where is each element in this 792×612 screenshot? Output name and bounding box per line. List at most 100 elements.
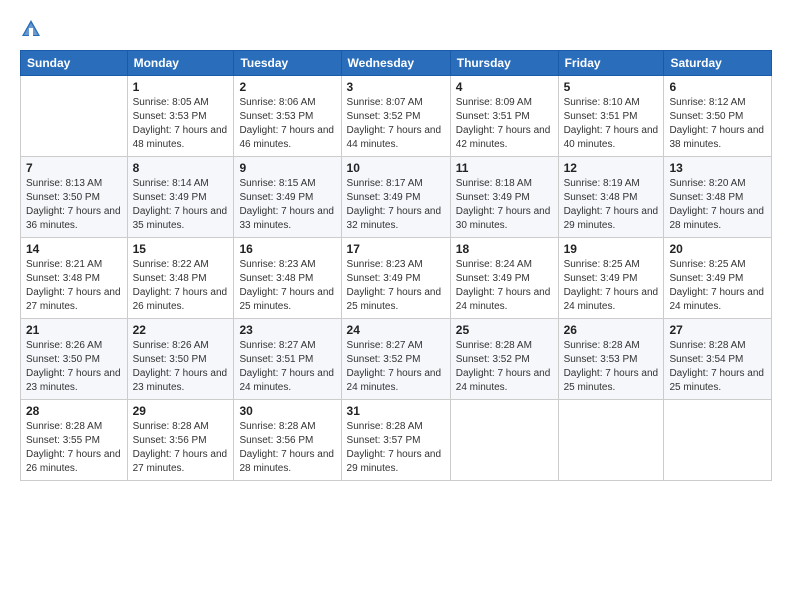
day-info: Sunrise: 8:28 AMSunset: 3:55 PMDaylight:… bbox=[26, 420, 122, 476]
day-number: 31 bbox=[347, 404, 445, 418]
day-cell: 5 Sunrise: 8:10 AMSunset: 3:51 PMDaylight… bbox=[558, 76, 664, 157]
day-info: Sunrise: 8:27 AMSunset: 3:52 PMDaylight:… bbox=[347, 339, 445, 395]
day-cell: 23 Sunrise: 8:27 AMSunset: 3:51 PMDayligh… bbox=[234, 319, 341, 400]
day-info: Sunrise: 8:23 AMSunset: 3:48 PMDaylight:… bbox=[239, 258, 335, 314]
day-number: 3 bbox=[347, 80, 445, 94]
day-number: 25 bbox=[456, 323, 553, 337]
day-cell: 12Sunrise: 8:19 AMSunset: 3:48 PMDayligh… bbox=[558, 157, 664, 238]
day-number: 16 bbox=[239, 242, 335, 256]
day-info: Sunrise: 8:28 AMSunset: 3:52 PMDaylight:… bbox=[456, 339, 553, 395]
calendar-table: SundayMondayTuesdayWednesdayThursdayFrid… bbox=[20, 50, 772, 481]
day-cell: 14 Sunrise: 8:21 AMSunset: 3:48 PMDayligh… bbox=[21, 238, 128, 319]
day-info: Sunrise: 8:21 AMSunset: 3:48 PMDaylight:… bbox=[26, 258, 122, 314]
week-row-4: 28 Sunrise: 8:28 AMSunset: 3:55 PMDayligh… bbox=[21, 400, 772, 481]
day-number: 8 bbox=[133, 161, 229, 175]
weekday-wednesday: Wednesday bbox=[341, 51, 450, 76]
day-info: Sunrise: 8:28 AMSunset: 3:54 PMDaylight:… bbox=[669, 339, 766, 395]
day-cell: 6Sunrise: 8:12 AMSunset: 3:50 PMDaylight… bbox=[664, 76, 772, 157]
day-info: Sunrise: 8:28 AMSunset: 3:57 PMDaylight:… bbox=[347, 420, 445, 476]
day-number: 28 bbox=[26, 404, 122, 418]
day-cell: 21Sunrise: 8:26 AMSunset: 3:50 PMDayligh… bbox=[21, 319, 128, 400]
day-info: Sunrise: 8:28 AMSunset: 3:56 PMDaylight:… bbox=[133, 420, 229, 476]
day-number: 9 bbox=[239, 161, 335, 175]
day-number: 22 bbox=[133, 323, 229, 337]
day-info: Sunrise: 8:14 AMSunset: 3:49 PMDaylight:… bbox=[133, 177, 229, 233]
week-row-0: 1 Sunrise: 8:05 AMSunset: 3:53 PMDaylight… bbox=[21, 76, 772, 157]
weekday-sunday: Sunday bbox=[21, 51, 128, 76]
day-number: 6 bbox=[669, 80, 766, 94]
day-number: 4 bbox=[456, 80, 553, 94]
day-cell bbox=[558, 400, 664, 481]
day-number: 12 bbox=[564, 161, 659, 175]
day-number: 26 bbox=[564, 323, 659, 337]
day-cell: 28 Sunrise: 8:28 AMSunset: 3:55 PMDayligh… bbox=[21, 400, 128, 481]
day-number: 18 bbox=[456, 242, 553, 256]
day-cell: 16 Sunrise: 8:23 AMSunset: 3:48 PMDayligh… bbox=[234, 238, 341, 319]
week-row-3: 21Sunrise: 8:26 AMSunset: 3:50 PMDayligh… bbox=[21, 319, 772, 400]
day-cell: 30Sunrise: 8:28 AMSunset: 3:56 PMDayligh… bbox=[234, 400, 341, 481]
day-cell: 10 Sunrise: 8:17 AMSunset: 3:49 PMDayligh… bbox=[341, 157, 450, 238]
day-number: 20 bbox=[669, 242, 766, 256]
day-number: 24 bbox=[347, 323, 445, 337]
day-cell: 25 Sunrise: 8:28 AMSunset: 3:52 PMDayligh… bbox=[450, 319, 558, 400]
day-cell: 20 Sunrise: 8:25 AMSunset: 3:49 PMDayligh… bbox=[664, 238, 772, 319]
day-info: Sunrise: 8:07 AMSunset: 3:52 PMDaylight:… bbox=[347, 96, 445, 152]
day-cell: 7 Sunrise: 8:13 AMSunset: 3:50 PMDaylight… bbox=[21, 157, 128, 238]
logo-icon bbox=[20, 18, 42, 40]
day-info: Sunrise: 8:06 AMSunset: 3:53 PMDaylight:… bbox=[239, 96, 335, 152]
day-cell bbox=[664, 400, 772, 481]
day-number: 2 bbox=[239, 80, 335, 94]
weekday-saturday: Saturday bbox=[664, 51, 772, 76]
day-info: Sunrise: 8:25 AMSunset: 3:49 PMDaylight:… bbox=[669, 258, 766, 314]
day-info: Sunrise: 8:22 AMSunset: 3:48 PMDaylight:… bbox=[133, 258, 229, 314]
day-cell: 27 Sunrise: 8:28 AMSunset: 3:54 PMDayligh… bbox=[664, 319, 772, 400]
weekday-monday: Monday bbox=[127, 51, 234, 76]
day-number: 23 bbox=[239, 323, 335, 337]
day-number: 14 bbox=[26, 242, 122, 256]
day-info: Sunrise: 8:17 AMSunset: 3:49 PMDaylight:… bbox=[347, 177, 445, 233]
page: SundayMondayTuesdayWednesdayThursdayFrid… bbox=[0, 0, 792, 612]
day-number: 15 bbox=[133, 242, 229, 256]
day-number: 5 bbox=[564, 80, 659, 94]
weekday-tuesday: Tuesday bbox=[234, 51, 341, 76]
day-info: Sunrise: 8:25 AMSunset: 3:49 PMDaylight:… bbox=[564, 258, 659, 314]
day-info: Sunrise: 8:24 AMSunset: 3:49 PMDaylight:… bbox=[456, 258, 553, 314]
day-info: Sunrise: 8:23 AMSunset: 3:49 PMDaylight:… bbox=[347, 258, 445, 314]
day-info: Sunrise: 8:28 AMSunset: 3:53 PMDaylight:… bbox=[564, 339, 659, 395]
day-number: 17 bbox=[347, 242, 445, 256]
day-number: 13 bbox=[669, 161, 766, 175]
day-info: Sunrise: 8:26 AMSunset: 3:50 PMDaylight:… bbox=[133, 339, 229, 395]
day-cell: 17 Sunrise: 8:23 AMSunset: 3:49 PMDayligh… bbox=[341, 238, 450, 319]
day-cell: 2 Sunrise: 8:06 AMSunset: 3:53 PMDaylight… bbox=[234, 76, 341, 157]
day-cell: 13 Sunrise: 8:20 AMSunset: 3:48 PMDayligh… bbox=[664, 157, 772, 238]
day-number: 29 bbox=[133, 404, 229, 418]
day-number: 30 bbox=[239, 404, 335, 418]
day-number: 27 bbox=[669, 323, 766, 337]
week-row-1: 7 Sunrise: 8:13 AMSunset: 3:50 PMDaylight… bbox=[21, 157, 772, 238]
day-info: Sunrise: 8:09 AMSunset: 3:51 PMDaylight:… bbox=[456, 96, 553, 152]
day-info: Sunrise: 8:18 AMSunset: 3:49 PMDaylight:… bbox=[456, 177, 553, 233]
day-cell bbox=[450, 400, 558, 481]
day-info: Sunrise: 8:10 AMSunset: 3:51 PMDaylight:… bbox=[564, 96, 659, 152]
weekday-header-row: SundayMondayTuesdayWednesdayThursdayFrid… bbox=[21, 51, 772, 76]
day-info: Sunrise: 8:05 AMSunset: 3:53 PMDaylight:… bbox=[133, 96, 229, 152]
day-number: 1 bbox=[133, 80, 229, 94]
weekday-friday: Friday bbox=[558, 51, 664, 76]
day-cell: 29 Sunrise: 8:28 AMSunset: 3:56 PMDayligh… bbox=[127, 400, 234, 481]
day-info: Sunrise: 8:20 AMSunset: 3:48 PMDaylight:… bbox=[669, 177, 766, 233]
day-cell: 31 Sunrise: 8:28 AMSunset: 3:57 PMDayligh… bbox=[341, 400, 450, 481]
day-info: Sunrise: 8:26 AMSunset: 3:50 PMDaylight:… bbox=[26, 339, 122, 395]
day-cell: 22 Sunrise: 8:26 AMSunset: 3:50 PMDayligh… bbox=[127, 319, 234, 400]
day-number: 7 bbox=[26, 161, 122, 175]
day-number: 11 bbox=[456, 161, 553, 175]
day-number: 10 bbox=[347, 161, 445, 175]
logo bbox=[20, 16, 46, 40]
day-cell: 15 Sunrise: 8:22 AMSunset: 3:48 PMDayligh… bbox=[127, 238, 234, 319]
day-info: Sunrise: 8:13 AMSunset: 3:50 PMDaylight:… bbox=[26, 177, 122, 233]
week-row-2: 14 Sunrise: 8:21 AMSunset: 3:48 PMDayligh… bbox=[21, 238, 772, 319]
day-info: Sunrise: 8:15 AMSunset: 3:49 PMDaylight:… bbox=[239, 177, 335, 233]
day-cell: 1 Sunrise: 8:05 AMSunset: 3:53 PMDaylight… bbox=[127, 76, 234, 157]
day-cell: 24 Sunrise: 8:27 AMSunset: 3:52 PMDayligh… bbox=[341, 319, 450, 400]
day-cell: 3 Sunrise: 8:07 AMSunset: 3:52 PMDaylight… bbox=[341, 76, 450, 157]
day-info: Sunrise: 8:27 AMSunset: 3:51 PMDaylight:… bbox=[239, 339, 335, 395]
